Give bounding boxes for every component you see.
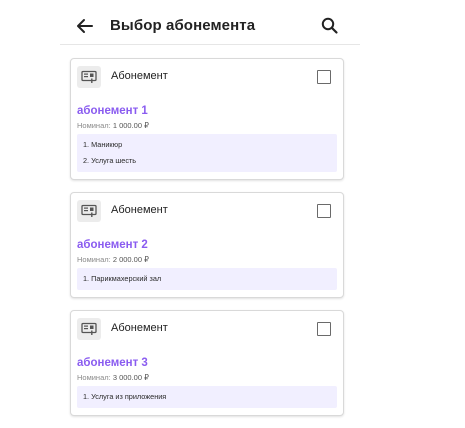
nominal-value: 2 000.00 ₽ [112,255,149,264]
subscription-name[interactable]: абонемент 1 [77,105,337,117]
arrow-left-icon [77,19,93,33]
card-header: Абонемент [71,311,343,347]
services-list: 1. Парикмахерский зал [77,268,337,290]
card-body: абонемент 1 Номинал: 1 000.00 ₽ 1. Маник… [71,95,343,179]
nominal-value: 1 000.00 ₽ [112,121,149,130]
search-button[interactable] [320,16,340,36]
app-header: Выбор абонемента [60,8,360,45]
card-checkbox[interactable] [317,322,331,336]
card-body: абонемент 2 Номинал: 2 000.00 ₽ 1. Парик… [71,229,343,297]
services-list: 1. Услуга из приложения [77,386,337,408]
service-item: 1. Услуга из приложения [83,392,167,401]
back-button[interactable] [74,15,96,37]
subscription-list: Абонемент абонемент 1 Номинал: 1 000.00 … [70,58,346,428]
nominal-line: Номинал: 2 000.00 ₽ [77,255,337,264]
card-body: абонемент 3 Номинал: 3 000.00 ₽ 1. Услуг… [71,347,343,415]
card-checkbox[interactable] [317,70,331,84]
card-type-label: Абонемент [111,322,168,334]
search-icon [321,17,338,34]
subscription-card-icon [77,318,101,340]
card-type-label: Абонемент [111,70,168,82]
nominal-label: Номинал: [77,121,111,130]
service-item: 1. Маникюр [83,140,123,149]
nominal-label: Номинал: [77,255,111,264]
subscription-name[interactable]: абонемент 3 [77,357,337,369]
card-header: Абонемент [71,59,343,95]
subscription-card-icon [77,66,101,88]
page-title: Выбор абонемента [110,17,256,34]
service-item: 2. Услуга шесть [83,156,137,165]
services-list: 1. Маникюр 2. Услуга шесть [77,134,337,172]
subscription-card-icon [77,200,101,222]
nominal-line: Номинал: 1 000.00 ₽ [77,121,337,130]
card-type-label: Абонемент [111,204,168,216]
subscription-card[interactable]: Абонемент абонемент 3 Номинал: 3 000.00 … [70,310,344,416]
nominal-line: Номинал: 3 000.00 ₽ [77,373,337,382]
service-item: 1. Парикмахерский зал [83,274,162,283]
nominal-value: 3 000.00 ₽ [112,373,149,382]
subscription-card[interactable]: Абонемент абонемент 1 Номинал: 1 000.00 … [70,58,344,180]
subscription-card[interactable]: Абонемент абонемент 2 Номинал: 2 000.00 … [70,192,344,298]
card-header: Абонемент [71,193,343,229]
card-checkbox[interactable] [317,204,331,218]
nominal-label: Номинал: [77,373,111,382]
subscription-select-screen: Выбор абонемента Абонемент абонемент 1 Н… [0,0,465,418]
subscription-name[interactable]: абонемент 2 [77,239,337,251]
